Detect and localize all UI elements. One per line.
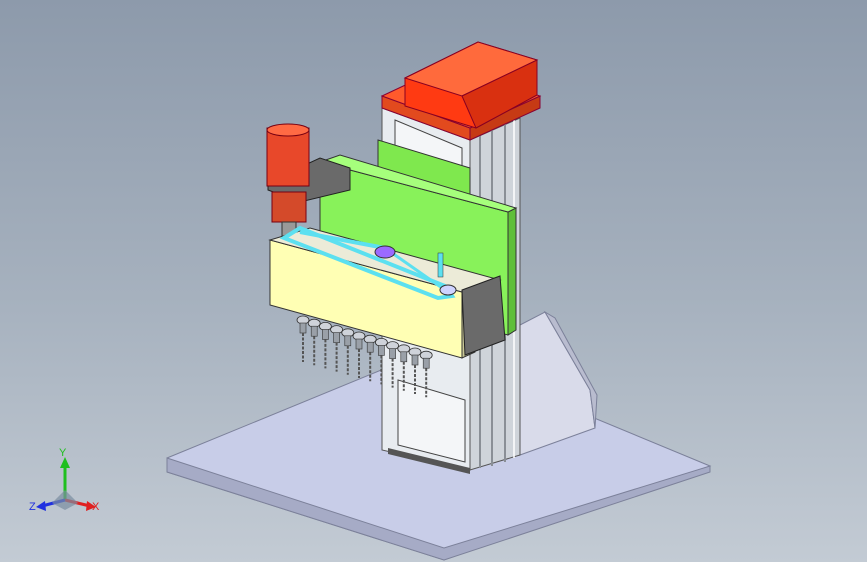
spindle [296, 315, 310, 362]
spindle-motor[interactable] [266, 123, 310, 237]
z-axis-label: Z [29, 501, 36, 513]
x-axis-label: X [92, 501, 100, 513]
spindle [330, 325, 344, 372]
axis-triad: Y X Z [29, 447, 100, 513]
3d-viewport[interactable]: Y X Z [0, 0, 867, 562]
spindle [352, 331, 366, 378]
y-axis-label: Y [59, 447, 67, 459]
spindle [307, 318, 321, 366]
spindle [318, 321, 332, 369]
spindle [341, 328, 355, 375]
cad-model-scene[interactable]: Y X Z [0, 0, 867, 562]
